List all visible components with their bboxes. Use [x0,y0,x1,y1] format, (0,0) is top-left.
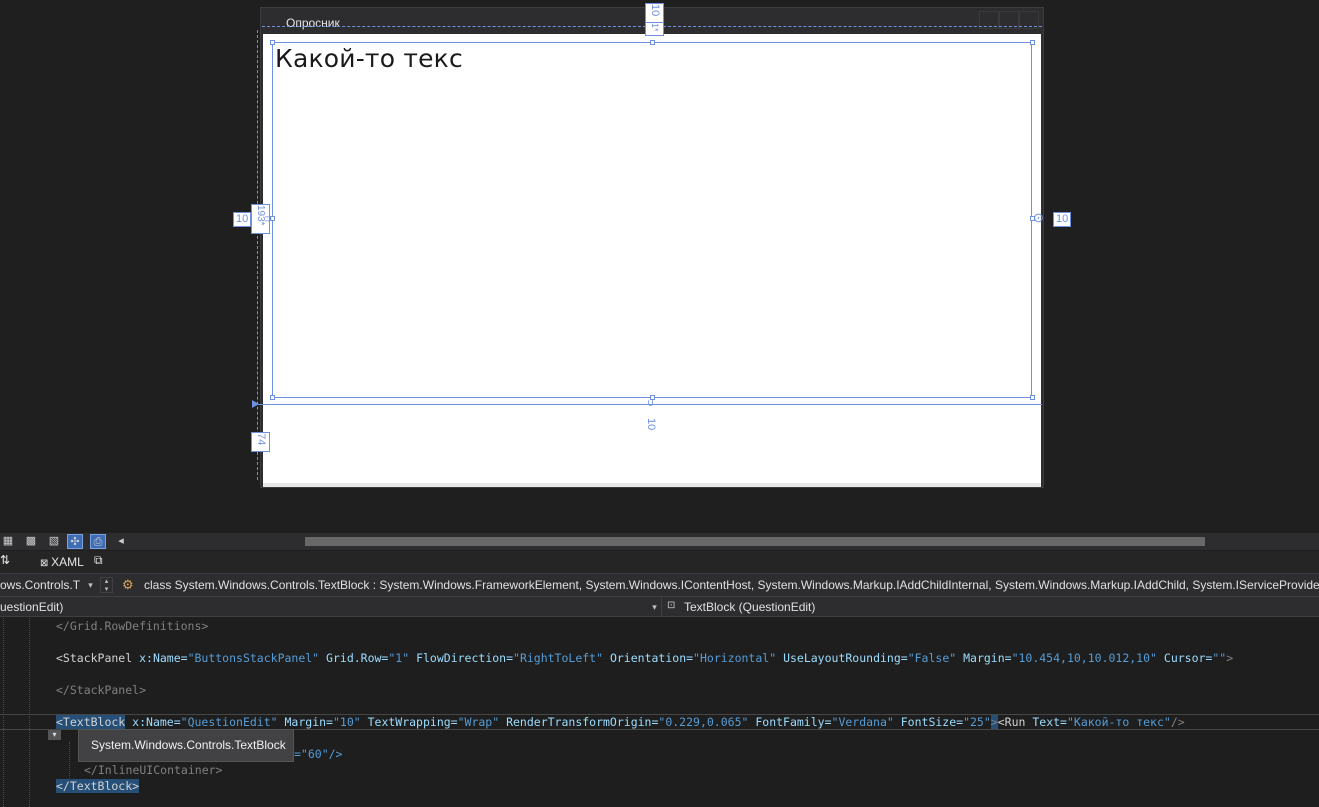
artboard-bg-icon[interactable]: ▧ [46,534,62,549]
right-link-icon[interactable]: ⊙ [1033,210,1044,226]
tab-xaml[interactable]: ⊠ XAML [34,553,90,572]
member-selector-right[interactable]: TextBlock (QuestionEdit) [684,600,815,614]
designer-toolbar: ▦ ▩ ▧ ✣ ⎙ ◂ [0,533,1319,550]
code-line[interactable]: </TextBlock> [56,778,140,794]
code-token: x:Name= [125,715,181,729]
code-token: "Какой-то текс" [1066,715,1171,729]
code-token: Cursor= [1156,651,1213,665]
view-tab-row: ⇅ ⊠ XAML ⧉ [0,551,1319,573]
code-token: "10" [332,715,361,729]
grid-toggle-icon[interactable]: ▦ [0,534,16,549]
class-signature: class System.Windows.Controls.TextBlock … [144,578,1319,592]
xaml-editor[interactable]: </Grid.RowDefinitions> <StackPanel x:Nam… [0,618,1319,807]
device-effects-icon[interactable]: ⎙ [90,534,106,549]
type-selector-value[interactable]: ows.Controls.T [0,578,80,592]
code-token: /> [1170,715,1185,729]
code-token: "10.454,10,10.012,10" [1011,651,1157,665]
indent-guide [3,618,4,807]
code-line[interactable]: <StackPanel x:Name="ButtonsStackPanel" G… [56,650,1233,666]
type-selector-stepper-icon[interactable]: ▴ ▾ [100,577,113,593]
code-line[interactable]: </StackPanel> [56,682,146,698]
window-bottom-edge [263,483,1041,487]
code-token: "RightToLeft" [513,651,604,665]
code-token-selected: </TextBlock> [56,779,140,793]
code-line[interactable]: ="60"/> [294,746,342,762]
type-selector-dropdown-icon[interactable]: ▾ [84,577,97,593]
code-token: "Verdana" [831,715,894,729]
code-token: "1" [388,651,410,665]
resize-handle-top[interactable] [650,40,655,45]
code-token: UseLayoutRounding= [776,651,908,665]
code-line[interactable]: </Grid.RowDefinitions> [56,618,208,634]
bottom-row-size-adorner[interactable]: 74 [251,432,270,452]
code-token: Margin= [956,651,1012,665]
grid-left-guide [257,30,258,480]
type-tooltip: System.Windows.Controls.TextBlock [78,729,294,762]
code-token: "QuestionEdit" [180,715,278,729]
code-token: Margin= [277,715,333,729]
type-navigation-bar: ows.Controls.T ▾ ▴ ▾ ⚙ class System.Windo… [0,573,1319,596]
code-token: </StackPanel> [56,683,147,697]
nav-divider [661,597,662,617]
code-token: "False" [907,651,957,665]
code-token: "Horizontal" [693,651,777,665]
indent-guide [29,618,30,807]
code-token: FontSize= [893,715,964,729]
code-line[interactable]: </InlineUIContainer> [84,762,222,778]
code-token: <StackPanel [56,651,133,665]
tab-xaml-label: XAML [51,555,84,569]
code-token: </InlineUIContainer> [84,763,223,777]
member-navigation-bar: uestionEdit) ▾ ⊡ TextBlock (QuestionEdit… [0,596,1319,617]
design-surface[interactable]: Опросник Какой-то текс 10 1* 10 193* ⊃ ⊙… [0,0,1319,533]
code-token-selected: <TextBlock [56,715,126,729]
resize-handle-bl[interactable] [270,395,275,400]
code-token: <Run [997,715,1026,729]
element-icon: ⊡ [667,600,676,611]
right-margin-adorner[interactable]: 10 [1053,212,1072,227]
code-token: Text= [1025,715,1067,729]
code-token: "ButtonsStackPanel" [187,651,320,665]
code-token: FlowDirection= [409,651,514,665]
bottom-link-icon[interactable]: ∪ [647,398,654,409]
code-token: x:Name= [132,651,188,665]
bottom-margin-adorner[interactable]: 10 [645,418,657,430]
textblock-content[interactable]: Какой-то текс [275,44,463,73]
left-margin-adorner[interactable]: 10 [233,212,252,227]
resize-handle-tr[interactable] [1030,40,1035,45]
code-token: > [1226,651,1234,665]
swap-panes-icon[interactable]: ⇅ [0,553,10,567]
code-token: "25" [963,715,991,729]
horizontal-scrollbar-thumb[interactable] [305,537,1205,546]
code-token: "" [1212,651,1227,665]
code-token: RenderTransformOrigin= [499,715,659,729]
window-title: Опросник [286,16,340,30]
code-token: FontFamily= [748,715,832,729]
scroll-left-icon[interactable]: ◂ [113,534,129,549]
popout-icon[interactable]: ⧉ [94,553,103,568]
code-token: ="60"/> [294,747,343,761]
code-token: TextWrapping= [360,715,458,729]
top-row-size-adorner[interactable]: 1* [645,22,664,36]
selected-textblock[interactable] [272,42,1032,398]
left-link-icon[interactable]: ⊃ [264,214,272,225]
indent-guide [69,742,70,782]
code-token: Grid.Row= [319,651,389,665]
member-selector-left[interactable]: uestionEdit) [0,600,63,614]
class-icon: ⚙ [122,577,134,592]
snap-grid-icon[interactable]: ▩ [23,534,39,549]
code-token-selected: > [990,715,998,729]
code-line-current[interactable]: <TextBlock x:Name="QuestionEdit" Margin=… [56,714,1185,730]
row-marker-icon[interactable] [252,400,259,408]
code-token: "Wrap" [457,715,500,729]
code-token: </Grid.RowDefinitions> [56,619,209,633]
member-dropdown-icon[interactable]: ▾ [648,599,661,615]
collapse-toggle-icon[interactable]: ▾ [48,730,61,740]
snap-lines-icon[interactable]: ✣ [67,534,83,549]
xaml-tab-icon: ⊠ [40,558,52,569]
code-token: "0.229,0.065" [658,715,749,729]
code-token: Orientation= [603,651,694,665]
resize-handle-br[interactable] [1030,395,1035,400]
